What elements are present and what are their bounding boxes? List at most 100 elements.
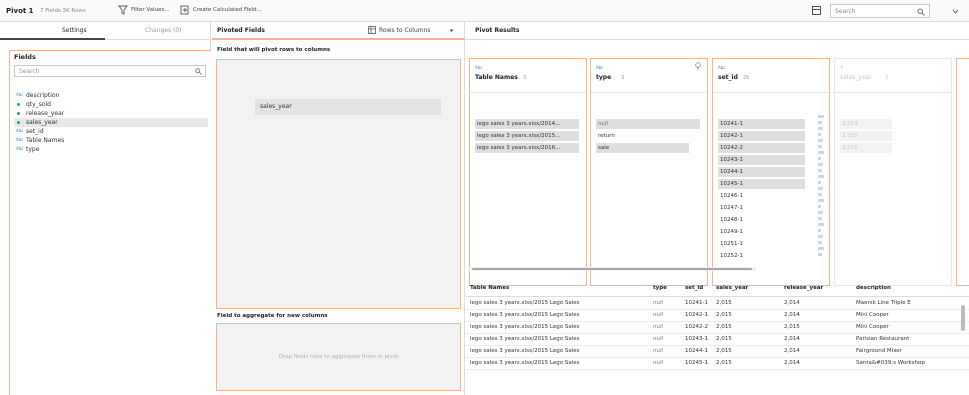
- table-cell: 2,014: [784, 336, 800, 342]
- field-item-table-names[interactable]: Abc Table Names: [14, 136, 208, 145]
- profile-distinct-count: 3: [621, 75, 625, 81]
- chevron-down-icon[interactable]: [952, 9, 959, 14]
- table-cell: 2,015: [716, 360, 732, 366]
- search-icon: [195, 68, 202, 75]
- profile-horizontal-scrollbar[interactable]: [468, 267, 756, 271]
- profile-value-bar[interactable]: 10247-1: [718, 203, 805, 213]
- profile-divider: [591, 92, 707, 93]
- profile-value-bar[interactable]: return: [596, 131, 616, 141]
- table-cell: lego sales 3 years.xlsx/2015 Lego Sales: [470, 324, 580, 330]
- sidebar-tabs: Settings Changes (0): [0, 22, 211, 40]
- profile-value: 10242-1: [720, 133, 743, 139]
- column-header[interactable]: set_id: [685, 285, 703, 291]
- profile-value-bar[interactable]: 2,016: [840, 143, 892, 153]
- profile-value-bar[interactable]: 10243-1: [718, 155, 805, 165]
- profile-card-sales-year[interactable]: # sales_year 3 2,014 2,015 2,016: [834, 58, 952, 286]
- field-item-qty-sold[interactable]: qty_sold: [14, 100, 208, 109]
- tab-settings[interactable]: Settings: [62, 27, 87, 34]
- table-cell: lego sales 3 years.xlsx/2015 Lego Sales: [470, 312, 580, 318]
- field-name: release_year: [26, 110, 65, 117]
- field-item-set-id[interactable]: Abc set_id: [14, 127, 208, 136]
- profile-value-bar[interactable]: sale: [596, 143, 689, 153]
- fields-search-input[interactable]: Search: [14, 65, 206, 77]
- histogram-bar: [818, 139, 823, 142]
- profile-value-bar[interactable]: 10242-1: [718, 131, 805, 141]
- pivot-results-panel: Pivot Results Abc Table Names 3 lego sal…: [466, 22, 969, 395]
- histogram-bar: [818, 169, 822, 172]
- histogram-bar: [818, 199, 824, 202]
- table-row[interactable]: lego sales 3 years.xlsx/2015 Lego Sales …: [466, 358, 969, 370]
- scrollbar-thumb[interactable]: [472, 268, 752, 270]
- profile-divider: [713, 92, 829, 93]
- profile-value-bar[interactable]: lego sales 3 years.xlsx/2014...: [475, 119, 579, 129]
- search-input[interactable]: Search: [830, 4, 930, 18]
- pivot-field-pill[interactable]: sales_year: [255, 99, 441, 115]
- field-item-type[interactable]: Abc type: [14, 145, 208, 154]
- active-tab-indicator: [0, 38, 105, 40]
- table-row[interactable]: lego sales 3 years.xlsx/2015 Lego Sales …: [466, 322, 969, 334]
- profile-value-bar[interactable]: 10244-1: [718, 167, 805, 177]
- histogram-bar: [818, 253, 822, 256]
- table-cell: null: [653, 312, 664, 318]
- table-cell: 2,014: [784, 360, 800, 366]
- column-header[interactable]: Table Names: [470, 285, 509, 291]
- grid-view-icon[interactable]: [812, 6, 821, 15]
- profile-card-set-id[interactable]: Abc set_id 2K 10241-1 10242-1 10242-2 10…: [712, 58, 830, 286]
- column-header[interactable]: release_year: [784, 285, 823, 291]
- histogram-bar: [818, 229, 821, 232]
- tab-changes[interactable]: Changes (0): [145, 27, 182, 34]
- table-cell: 10241-1: [685, 300, 708, 306]
- profile-value-bar[interactable]: lego sales 3 years.xlsx/2016...: [475, 143, 579, 153]
- table-cell: 2,014: [784, 312, 800, 318]
- table-cell: 2,015: [716, 324, 732, 330]
- profile-card-partial[interactable]: [956, 58, 969, 286]
- table-row[interactable]: lego sales 3 years.xlsx/2015 Lego Sales …: [466, 310, 969, 322]
- profile-value-bar[interactable]: 10241-1: [718, 119, 805, 129]
- chevron-down-icon: [449, 29, 454, 32]
- profile-value-bar[interactable]: 10246-1: [718, 191, 805, 201]
- aggregate-drop-zone[interactable]: Drop fields here to aggregate them in pi…: [216, 323, 461, 391]
- table-cell: 10242-1: [685, 312, 708, 318]
- step-title: Pivot 1: [6, 7, 34, 15]
- string-type-icon: Abc: [16, 146, 24, 151]
- profile-value: 10248-1: [720, 217, 743, 223]
- histogram-bar: [818, 223, 824, 226]
- string-type-icon: Abc: [596, 65, 604, 70]
- fields-panel: Fields Search Abc description qty_sold r…: [9, 50, 211, 395]
- column-header[interactable]: description: [856, 285, 891, 291]
- fields-heading: Fields: [14, 53, 36, 61]
- profile-value-bar[interactable]: null: [596, 119, 700, 129]
- string-type-icon: Abc: [718, 65, 726, 70]
- profile-field-name: sales_year: [840, 74, 872, 81]
- pivot-mode-icon: [368, 26, 376, 34]
- step-meta: 7 Fields 3K Rows: [40, 8, 86, 14]
- profile-value-bar[interactable]: lego sales 3 years.xlsx/2015...: [475, 131, 579, 141]
- table-row[interactable]: lego sales 3 years.xlsx/2015 Lego Sales …: [466, 334, 969, 346]
- pivot-drop-zone[interactable]: Drop fields here to pivot them sales_yea…: [216, 59, 461, 309]
- field-item-sales-year[interactable]: sales_year: [14, 118, 208, 127]
- table-cell: 10242-2: [685, 324, 708, 330]
- table-cell: Mini Cooper: [856, 312, 889, 318]
- table-vertical-scrollbar[interactable]: [961, 305, 965, 331]
- table-row[interactable]: lego sales 3 years.xlsx/2015 Lego Sales …: [466, 298, 969, 310]
- profile-value-bar[interactable]: 10251-1: [718, 239, 805, 249]
- field-item-description[interactable]: Abc description: [14, 91, 208, 100]
- profile-value-bar[interactable]: 2,014: [840, 119, 892, 129]
- create-calculated-field-label: Create Calculated Field...: [193, 7, 262, 13]
- column-header[interactable]: type: [653, 285, 667, 291]
- profile-value-bar[interactable]: 10242-2: [718, 143, 805, 153]
- table-cell: lego sales 3 years.xlsx/2015 Lego Sales: [470, 360, 580, 366]
- field-item-release-year[interactable]: release_year: [14, 109, 208, 118]
- histogram-bar: [818, 157, 821, 160]
- string-type-icon: Abc: [16, 137, 24, 142]
- profile-card-table-names[interactable]: Abc Table Names 3 lego sales 3 years.xls…: [469, 58, 587, 286]
- table-row[interactable]: lego sales 3 years.xlsx/2015 Lego Sales …: [466, 346, 969, 358]
- profile-value-bar[interactable]: 10252-1: [718, 251, 805, 261]
- profile-value-bar[interactable]: 2,015: [840, 131, 892, 141]
- profile-value-bar[interactable]: 10249-1: [718, 227, 805, 237]
- profile-card-type[interactable]: Abc type 3 null return sale: [590, 58, 708, 286]
- profile-value-bar[interactable]: 10245-1: [718, 179, 805, 189]
- profile-value: 10247-1: [720, 205, 743, 211]
- column-header[interactable]: sales_year: [716, 285, 748, 291]
- profile-value-bar[interactable]: 10248-1: [718, 215, 805, 225]
